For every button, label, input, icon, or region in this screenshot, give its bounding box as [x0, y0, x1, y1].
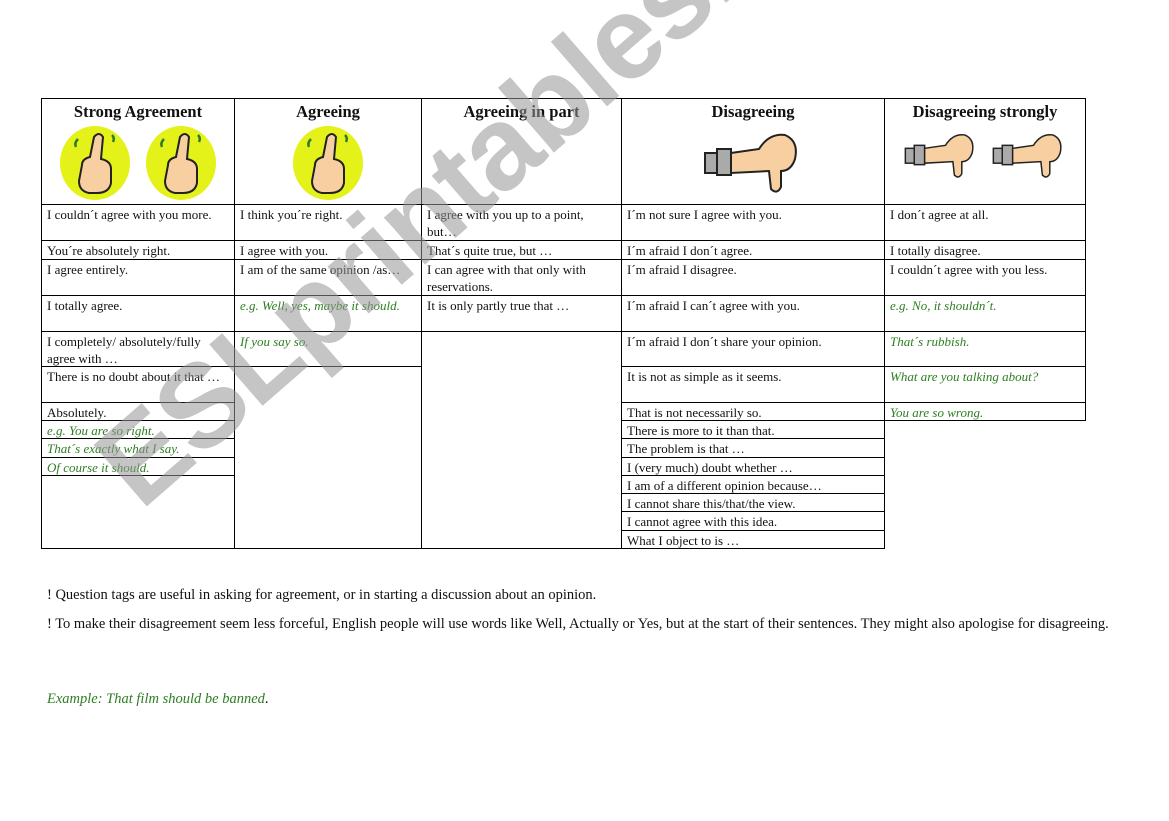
note-disagreement-softening: ! To make their disagreement seem less f…	[47, 616, 1109, 632]
header-label: Agreeing in part	[463, 102, 580, 121]
example-cell: e.g. Well, yes, maybe it should.	[234, 295, 422, 332]
phrase-cell: I cannot agree with this idea.	[621, 511, 885, 531]
phrase-cell: I cannot share this/that/the view.	[621, 493, 885, 512]
phrase-cell: I don´t agree at all.	[884, 204, 1086, 241]
header-label: Disagreeing strongly	[912, 102, 1058, 121]
phrase-cell: I completely/ absolutely/fully agree wit…	[41, 331, 235, 367]
thumbs-up-icon	[146, 126, 216, 200]
phrase-cell: That´s quite true, but …	[421, 240, 622, 260]
thumbs-down-icon	[992, 134, 1062, 178]
example-cell: If you say so.	[234, 331, 422, 367]
phrase-cell: I am of a different opinion because…	[621, 475, 885, 494]
example-line: Example: That film should be banned.	[47, 691, 269, 708]
phrase-cell: I totally disagree.	[884, 240, 1086, 260]
empty-cell	[234, 366, 422, 549]
phrase-cell: You´re absolutely right.	[41, 240, 235, 260]
header-agreeing-in-part: Agreeing in part	[421, 98, 622, 205]
header-label: Strong Agreement	[73, 102, 203, 121]
phrase-cell: The problem is that …	[621, 438, 885, 458]
phrase-cell: I agree with you up to a point, but…	[421, 204, 622, 241]
example-cell: That´s exactly what I say.	[41, 438, 235, 458]
phrase-cell: I´m afraid I can´t agree with you.	[621, 295, 885, 332]
phrase-cell: I´m afraid I disagree.	[621, 259, 885, 296]
note-question-tags: ! Question tags are useful in asking for…	[47, 587, 597, 603]
thumbs-up-icon	[60, 126, 130, 200]
empty-cell	[41, 475, 235, 549]
phrase-cell: It is not as simple as it seems.	[621, 366, 885, 403]
header-disagreeing: Disagreeing	[621, 98, 885, 205]
thumbs-down-icon	[704, 133, 797, 193]
phrase-cell: I think you´re right.	[234, 204, 422, 241]
thumbs-up-icon	[293, 126, 363, 200]
worksheet-page: Strong Agreement Agreeing Agreeing in pa…	[0, 0, 1169, 821]
example-text: Example: That film should be banned	[47, 691, 265, 707]
phrase-cell: I´m afraid I don´t agree.	[621, 240, 885, 260]
phrase-cell: I (very much) doubt whether …	[621, 457, 885, 476]
thumbs-down-icon	[904, 134, 974, 178]
phrase-cell: I agree with you.	[234, 240, 422, 260]
example-cell: Of course it should.	[41, 457, 235, 476]
header-label: Disagreeing	[711, 102, 795, 121]
phrase-cell: I couldn´t agree with you less.	[884, 259, 1086, 296]
empty-cell	[421, 331, 622, 549]
example-cell: That´s rubbish.	[884, 331, 1086, 367]
phrase-cell: I´m afraid I don´t share your opinion.	[621, 331, 885, 367]
phrase-cell: Absolutely.	[41, 402, 235, 421]
phrase-cell: I am of the same opinion /as…	[234, 259, 422, 296]
header-strong-agreement: Strong Agreement	[41, 98, 235, 205]
example-cell: What are you talking about?	[884, 366, 1086, 403]
phrase-cell: I couldn´t agree with you more.	[41, 204, 235, 241]
phrase-cell: That is not necessarily so.	[621, 402, 885, 421]
phrase-cell: There is no doubt about it that …	[41, 366, 235, 403]
header-agreeing: Agreeing	[234, 98, 422, 205]
header-label: Agreeing	[296, 102, 360, 121]
phrase-cell: I totally agree.	[41, 295, 235, 332]
phrase-cell: It is only partly true that …	[421, 295, 622, 332]
header-disagreeing-strongly: Disagreeing strongly	[884, 98, 1086, 205]
phrase-cell: I agree entirely.	[41, 259, 235, 296]
phrase-cell: There is more to it than that.	[621, 420, 885, 439]
phrase-cell: What I object to is …	[621, 530, 885, 549]
example-cell: e.g. You are so right.	[41, 420, 235, 439]
example-cell: e.g. No, it shouldn´t.	[884, 295, 1086, 332]
phrase-cell: I´m not sure I agree with you.	[621, 204, 885, 241]
example-cell: You are so wrong.	[884, 402, 1086, 421]
example-period: .	[264, 691, 269, 707]
phrase-cell: I can agree with that only with reservat…	[421, 259, 622, 296]
